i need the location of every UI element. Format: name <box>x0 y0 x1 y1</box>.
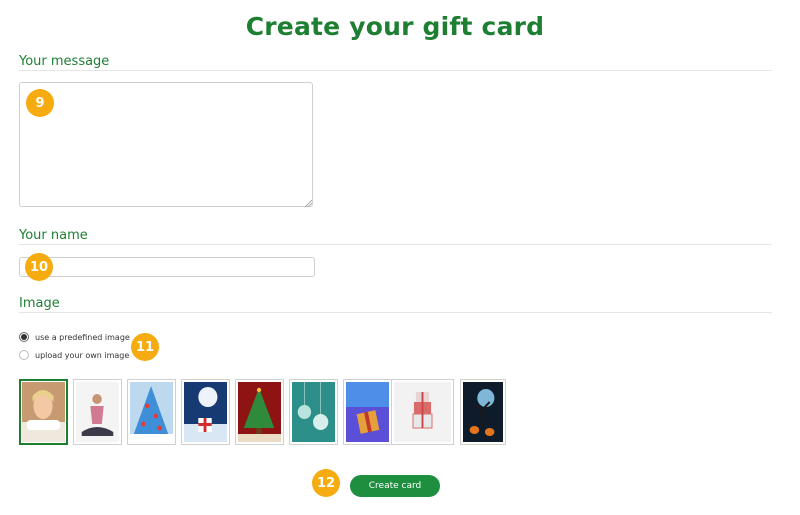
image-label: Image <box>19 296 60 311</box>
step-badge-9: 9 <box>26 89 54 117</box>
resize-grip-icon[interactable] <box>304 199 312 207</box>
christmas-tree-blue-thumbnail[interactable] <box>127 379 176 445</box>
upload-image-label: upload your own image <box>35 350 130 360</box>
ornaments-teal-thumbnail[interactable] <box>289 379 338 445</box>
upload-image-option[interactable]: upload your own image <box>19 350 129 360</box>
name-label: Your name <box>19 228 88 243</box>
image-divider <box>19 312 772 313</box>
predefined-image-option[interactable]: use a predefined image <box>19 332 130 342</box>
step-badge-12: 12 <box>312 469 340 497</box>
christmas-tree-red-thumbnail[interactable] <box>235 379 284 445</box>
spa-woman-thumbnail[interactable] <box>19 379 68 445</box>
message-label: Your message <box>19 54 110 69</box>
name-input[interactable] <box>19 257 315 277</box>
yoga-thumbnail[interactable] <box>73 379 122 445</box>
upload-image-radio[interactable] <box>19 350 29 360</box>
predefined-image-label: use a predefined image <box>35 332 130 342</box>
message-divider <box>19 70 772 71</box>
santa-moon-gift-thumbnail[interactable] <box>181 379 230 445</box>
step-badge-11: 11 <box>131 333 159 361</box>
gift-purple-thumbnail[interactable] <box>343 379 392 445</box>
step-badge-10: 10 <box>25 253 53 281</box>
name-divider <box>19 244 772 245</box>
gift-boxes-grey-thumbnail[interactable] <box>391 379 454 445</box>
page-title: Create your gift card <box>245 12 545 41</box>
halloween-thumbnail[interactable] <box>460 379 506 445</box>
message-textarea[interactable] <box>19 82 313 207</box>
predefined-image-radio[interactable] <box>19 332 29 342</box>
create-card-button[interactable]: Create card <box>350 475 440 497</box>
